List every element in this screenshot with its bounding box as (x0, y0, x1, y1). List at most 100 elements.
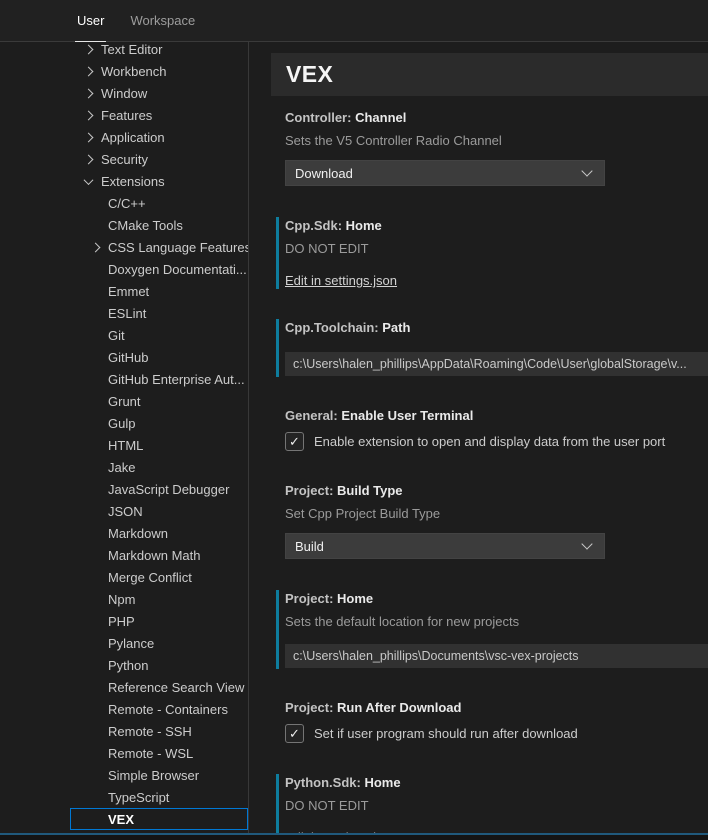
toc-item-python[interactable]: Python (70, 654, 248, 676)
toc-item-doxygen-documentati[interactable]: Doxygen Documentati... (70, 258, 248, 280)
toc-item-javascript-debugger[interactable]: JavaScript Debugger (70, 478, 248, 500)
toc-item-markdown-math[interactable]: Markdown Math (70, 544, 248, 566)
toc-item-text-editor[interactable]: Text Editor (70, 42, 248, 60)
toc-item-label: GitHub (108, 350, 148, 365)
toc-item-html[interactable]: HTML (70, 434, 248, 456)
toc-item-gulp[interactable]: Gulp (70, 412, 248, 434)
setting-title: Controller: Channel (285, 110, 708, 125)
setting-project-build-type: Project: Build TypeSet Cpp Project Build… (249, 477, 708, 565)
toc-item-security[interactable]: Security (70, 148, 248, 170)
toc-item-window[interactable]: Window (70, 82, 248, 104)
bottom-panel-sash[interactable] (0, 833, 708, 840)
page-title: VEX (286, 61, 333, 88)
toc-item-label: JavaScript Debugger (108, 482, 229, 497)
toc-item-remote-ssh[interactable]: Remote - SSH (70, 720, 248, 742)
toc-item-github[interactable]: GitHub (70, 346, 248, 368)
setting-category: Project: (285, 591, 337, 606)
toc-item-label: CMake Tools (108, 218, 183, 233)
checkbox-checked-icon[interactable]: ✓ (285, 432, 304, 451)
toc-item-remote-wsl[interactable]: Remote - WSL (70, 742, 248, 764)
toc-item-label: Remote - SSH (108, 724, 192, 739)
toc-item-label: Doxygen Documentati... (108, 262, 247, 277)
toc-item-label: Window (101, 86, 147, 101)
toc-item-vex[interactable]: VEX (70, 808, 248, 830)
dropdown-value: Download (295, 166, 353, 181)
toc-item-extensions[interactable]: Extensions (70, 170, 248, 192)
setting-name: Enable User Terminal (341, 408, 473, 423)
toc-item-github-enterprise-aut[interactable]: GitHub Enterprise Aut... (70, 368, 248, 390)
toc-item-emmet[interactable]: Emmet (70, 280, 248, 302)
setting-input-project-home[interactable] (285, 644, 708, 668)
toc-item-reference-search-view[interactable]: Reference Search View (70, 676, 248, 698)
toc-item-grunt[interactable]: Grunt (70, 390, 248, 412)
setting-cpp-sdk-home: Cpp.Sdk: HomeDO NOT EDITEdit in settings… (249, 212, 708, 294)
setting-name: Path (382, 320, 410, 335)
toc-item-label: CSS Language Features (108, 240, 249, 255)
toc-item-label: Features (101, 108, 152, 123)
toc-item-label: Reference Search View (108, 680, 244, 695)
toc-item-npm[interactable]: Npm (70, 588, 248, 610)
toc-item-php[interactable]: PHP (70, 610, 248, 632)
tab-user[interactable]: User (75, 0, 106, 42)
settings-scope-tabs: User Workspace (0, 0, 708, 42)
setting-checkbox-row-general-enable-user-terminal[interactable]: ✓Enable extension to open and display da… (285, 432, 708, 451)
extension-title-band: VEX (271, 53, 708, 96)
settings-content: VEX Controller: Channel Sets the V5 Contr… (249, 42, 708, 840)
chevron-down-icon[interactable] (84, 175, 94, 185)
toc-item-label: Text Editor (101, 42, 162, 57)
toc-item-markdown[interactable]: Markdown (70, 522, 248, 544)
toc-item-cmake-tools[interactable]: CMake Tools (70, 214, 248, 236)
toc-item-remote-containers[interactable]: Remote - Containers (70, 698, 248, 720)
toc-item-label: VEX (108, 812, 134, 827)
edit-in-settings-json-link-cpp-sdk-home[interactable]: Edit in settings.json (285, 273, 397, 288)
setting-category: General: (285, 408, 341, 423)
setting-name: Run After Download (337, 700, 461, 715)
setting-general-enable-user-terminal: General: Enable User Terminal ✓Enable ext… (249, 402, 708, 457)
toc-item-css-language-features[interactable]: CSS Language Features (70, 236, 248, 258)
toc-item-label: Markdown Math (108, 548, 200, 563)
chevron-right-icon[interactable] (84, 66, 94, 76)
toc-item-git[interactable]: Git (70, 324, 248, 346)
toc-item-json[interactable]: JSON (70, 500, 248, 522)
chevron-right-icon[interactable] (84, 132, 94, 142)
toc-item-label: Simple Browser (108, 768, 199, 783)
tab-workspace[interactable]: Workspace (128, 0, 197, 42)
chevron-down-icon[interactable] (581, 538, 592, 549)
checkbox-label: Set if user program should run after dow… (314, 726, 578, 741)
setting-name: Channel (355, 110, 406, 125)
checkbox-checked-icon[interactable]: ✓ (285, 724, 304, 743)
setting-category: Controller: (285, 110, 355, 125)
settings-list: Controller: Channel Sets the V5 Controlle… (249, 104, 708, 840)
setting-title: General: Enable User Terminal (285, 408, 708, 423)
settings-toc: Text Editor Workbench Window Features Applic… (0, 42, 249, 840)
setting-dropdown-project-build-type[interactable]: Build (285, 533, 605, 559)
toc-item-c-c[interactable]: C/C++ (70, 192, 248, 214)
toc-item-jake[interactable]: Jake (70, 456, 248, 478)
dropdown-value: Build (295, 539, 324, 554)
chevron-down-icon[interactable] (581, 165, 592, 176)
chevron-right-icon[interactable] (84, 154, 94, 164)
setting-category: Project: (285, 700, 337, 715)
setting-checkbox-row-project-run-after-download[interactable]: ✓ Set if user program should run after do… (285, 724, 708, 743)
toc-item-label: Remote - Containers (108, 702, 228, 717)
setting-input-cpp-toolchain-path[interactable] (285, 352, 708, 376)
toc-item-simple-browser[interactable]: Simple Browser (70, 764, 248, 786)
toc-item-typescript[interactable]: TypeScript (70, 786, 248, 808)
toc-item-application[interactable]: Application (70, 126, 248, 148)
setting-description: Sets the V5 Controller Radio Channel (285, 133, 708, 149)
toc-item-features[interactable]: Features (70, 104, 248, 126)
chevron-right-icon[interactable] (84, 88, 94, 98)
toc-item-label: Gulp (108, 416, 135, 431)
setting-dropdown-controller-channel[interactable]: Download (285, 160, 605, 186)
chevron-right-icon[interactable] (84, 110, 94, 120)
toc-item-merge-conflict[interactable]: Merge Conflict (70, 566, 248, 588)
toc-item-label: Python (108, 658, 148, 673)
toc-item-label: PHP (108, 614, 135, 629)
setting-title: Project: Home (285, 591, 708, 606)
toc-item-workbench[interactable]: Workbench (70, 60, 248, 82)
chevron-right-icon[interactable] (91, 242, 101, 252)
toc-item-pylance[interactable]: Pylance (70, 632, 248, 654)
toc-item-label: Grunt (108, 394, 141, 409)
toc-item-eslint[interactable]: ESLint (70, 302, 248, 324)
chevron-right-icon[interactable] (84, 44, 94, 54)
